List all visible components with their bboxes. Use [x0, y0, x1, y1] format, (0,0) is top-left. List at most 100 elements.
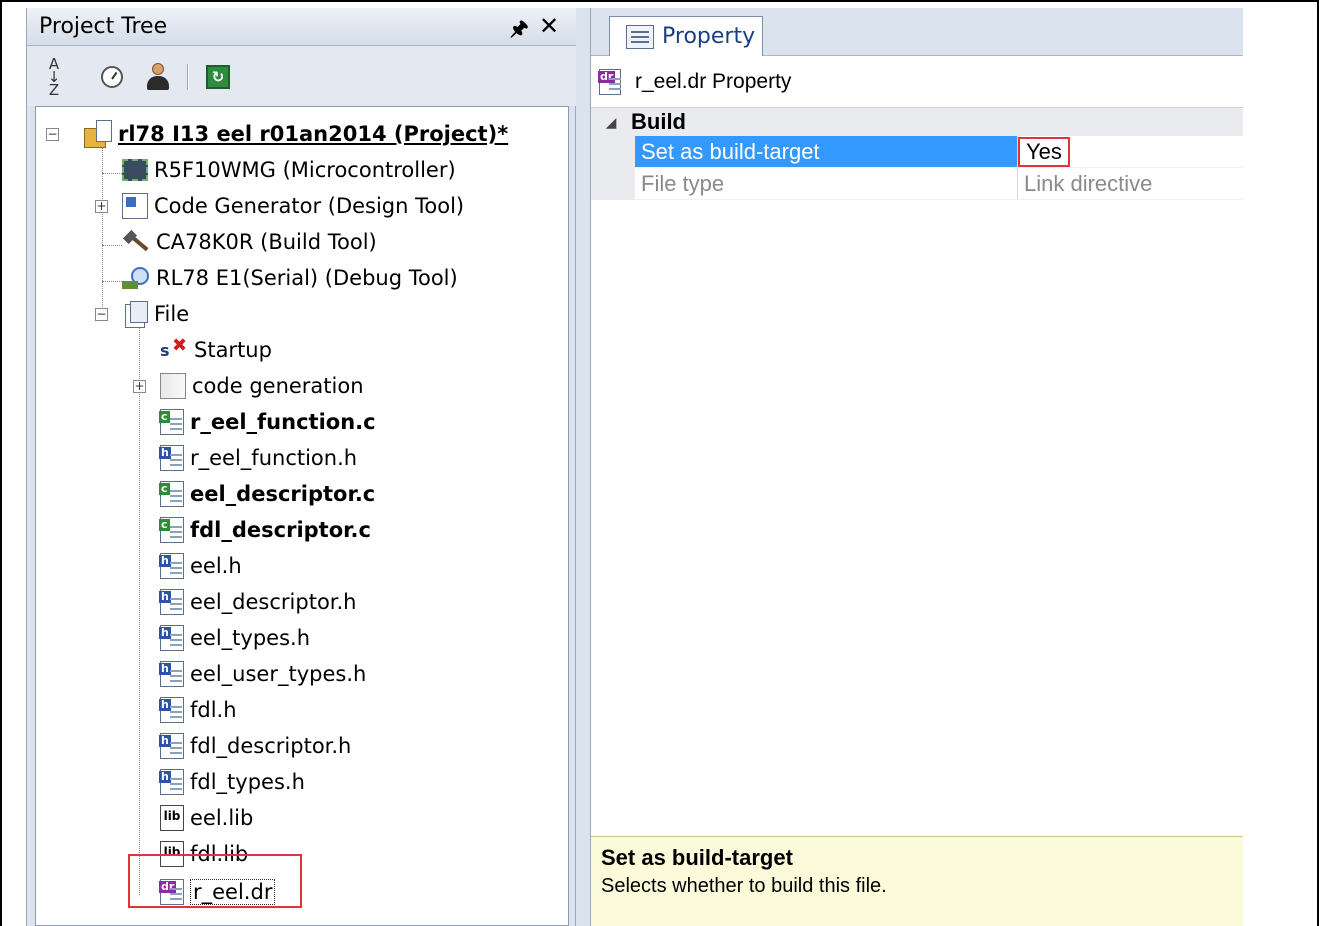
tree-item-file-entry[interactable]: lib eel.lib [160, 800, 253, 836]
category-build[interactable]: ◢ Build [591, 108, 1243, 136]
h-file-icon: h [159, 769, 184, 795]
project-tree-title-bar: Project Tree 🖈 ✕ [27, 8, 577, 46]
project-tree-panel: Project Tree 🖈 ✕ A ↓ Z ↻ − rl78 I13 eel r0… [26, 8, 577, 926]
tree-item-label: r_eel_function.c [190, 410, 376, 434]
property-row-file-type[interactable]: File type Link directive [591, 168, 1243, 200]
panel-splitter[interactable] [576, 8, 590, 926]
h-file-icon: h [159, 733, 184, 759]
h-file-icon: h [159, 445, 184, 471]
lib-file-icon: lib [160, 805, 184, 831]
h-file-icon: h [159, 697, 184, 723]
outer-frame-top [0, 0, 1319, 8]
tree-item-label: RL78 E1(Serial) (Debug Tool) [156, 266, 458, 290]
tree-item-file-entry[interactable]: h fdl.h [159, 692, 237, 728]
tree-connector [102, 173, 122, 174]
tree-item-file-entry[interactable]: h eel_types.h [159, 620, 311, 656]
microcontroller-icon [122, 159, 148, 181]
project-tree-toolbar: A ↓ Z ↻ [27, 46, 577, 106]
tree-item-file-entry[interactable]: h eel_descriptor.h [159, 584, 357, 620]
tree-item-startup[interactable]: s ✖ Startup [160, 332, 272, 368]
tree-item-project[interactable]: rl78 I13 eel r01an2014 (Project)* [84, 116, 508, 152]
folder-icon [160, 373, 186, 399]
tree-item-label: eel_descriptor.c [190, 482, 376, 506]
collapse-triangle-icon[interactable]: ◢ [591, 114, 631, 131]
tree-item-label: r_eel_function.h [190, 446, 358, 470]
tree-item-file-entry[interactable]: c r_eel_function.c [159, 404, 376, 440]
project-tree-view[interactable]: − rl78 I13 eel r01an2014 (Project)* R5F1… [35, 106, 569, 926]
pin-icon[interactable]: 🖈 [510, 14, 529, 48]
tree-item-label: eel.lib [190, 806, 254, 830]
property-grid: ◢ Build Set as build-target Yes File typ… [591, 108, 1243, 200]
code-generator-expand-toggle[interactable]: + [95, 200, 108, 213]
c-file-icon: c [159, 481, 184, 507]
property-row-build-target[interactable]: Set as build-target Yes [591, 136, 1243, 168]
property-description: Set as build-target Selects whether to b… [591, 836, 1243, 926]
tree-connector [139, 325, 140, 895]
file-folder-icon [122, 301, 148, 328]
property-tab-strip: Property [591, 8, 1243, 56]
tree-item-microcontroller[interactable]: R5F10WMG (Microcontroller) [122, 152, 456, 188]
tree-item-label: R5F10WMG (Microcontroller) [154, 158, 456, 182]
tree-item-file-entry[interactable]: h eel.h [159, 548, 242, 584]
tree-connector [102, 137, 103, 317]
tree-item-file-entry[interactable]: h eel_user_types.h [159, 656, 367, 692]
property-name[interactable]: File type [635, 168, 1018, 200]
close-icon[interactable]: ✕ [539, 12, 559, 40]
code-generator-icon [122, 193, 148, 219]
debug-tool-icon [122, 265, 150, 291]
tree-item-label: eel_descriptor.h [190, 590, 357, 614]
tree-item-label: fdl_descriptor.h [190, 734, 352, 758]
tree-item-file[interactable]: File [122, 296, 189, 332]
c-file-icon: c [159, 517, 184, 543]
tree-item-build-tool[interactable]: CA78K0R (Build Tool) [122, 224, 377, 260]
description-text: Selects whether to build this file. [601, 875, 887, 897]
row-gutter [591, 168, 635, 200]
tree-item-debug-tool[interactable]: RL78 E1(Serial) (Debug Tool) [122, 260, 458, 296]
tree-item-label: eel_types.h [190, 626, 311, 650]
tree-item-file-entry[interactable]: h fdl_types.h [159, 764, 305, 800]
project-tree-title: Project Tree [39, 14, 168, 39]
tree-item-label: File [154, 302, 190, 326]
root-collapse-toggle[interactable]: − [46, 128, 59, 141]
tree-item-code-generation[interactable]: code generation [160, 368, 364, 404]
dr-file-icon: dr [598, 68, 621, 95]
property-value-cell[interactable]: Yes [1018, 136, 1243, 168]
user-icon[interactable] [143, 62, 173, 92]
build-target-value[interactable]: Yes [1018, 136, 1070, 167]
tree-item-label: fdl.h [190, 698, 237, 722]
tree-connector [102, 281, 122, 282]
project-icon [84, 120, 112, 148]
tree-item-file-entry[interactable]: c eel_descriptor.c [159, 476, 376, 512]
tree-item-file-entry[interactable]: c fdl_descriptor.c [159, 512, 371, 548]
tree-item-file-entry[interactable]: h fdl_descriptor.h [159, 728, 352, 764]
tab-property[interactable]: Property [609, 16, 763, 56]
tree-item-label: code generation [192, 374, 364, 398]
property-value: Link directive [1018, 168, 1243, 200]
tab-label: Property [662, 24, 756, 49]
property-icon [626, 24, 654, 49]
h-file-icon: h [159, 661, 184, 687]
code-generation-expand-toggle[interactable]: + [133, 380, 146, 393]
h-file-icon: h [159, 625, 184, 651]
property-header: dr r_eel.dr Property [591, 56, 1243, 108]
c-file-icon: c [159, 409, 184, 435]
toolbar-separator [187, 64, 189, 90]
file-collapse-toggle[interactable]: − [95, 308, 108, 321]
refresh-icon[interactable]: ↻ [203, 62, 233, 92]
tree-item-label: fdl_descriptor.c [190, 518, 371, 542]
tree-connector [102, 245, 122, 246]
category-label: Build [631, 109, 686, 134]
tree-item-code-generator[interactable]: Code Generator (Design Tool) [122, 188, 464, 224]
tree-item-label: eel_user_types.h [190, 662, 367, 686]
selected-file-highlight [128, 854, 302, 908]
tree-item-label: eel.h [190, 554, 242, 578]
property-panel: Property dr r_eel.dr Property ◢ Build Se… [590, 8, 1243, 926]
sort-az-icon[interactable]: A ↓ Z [39, 56, 69, 97]
h-file-icon: h [159, 553, 184, 579]
tree-item-label: Code Generator (Design Tool) [154, 194, 465, 218]
tree-item-label: fdl_types.h [190, 770, 305, 794]
tree-item-file-entry[interactable]: h r_eel_function.h [159, 440, 358, 476]
property-name[interactable]: Set as build-target [635, 136, 1018, 168]
clock-icon[interactable] [97, 62, 127, 92]
hammer-icon [122, 229, 150, 255]
